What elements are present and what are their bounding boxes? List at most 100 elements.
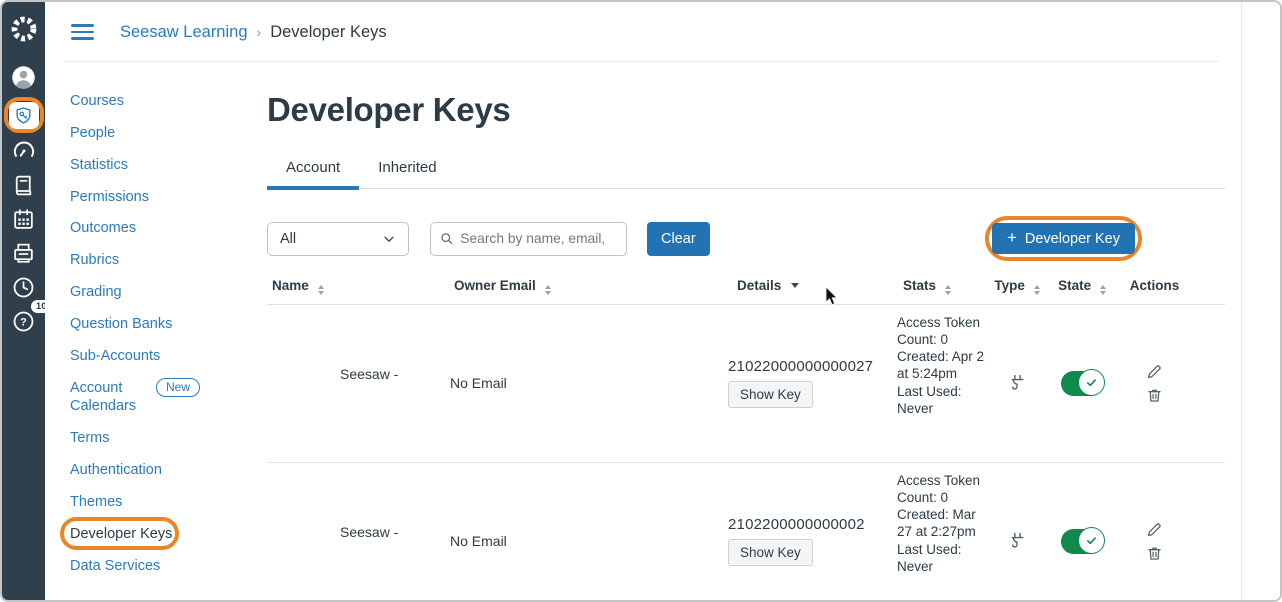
table-row: Seesaw - No Email 21022000000000027 Show… [267, 305, 1225, 463]
check-icon [1085, 534, 1098, 547]
sidebar-item-label: Account Calendars [70, 379, 144, 417]
key-id: 21022000000000027 [728, 358, 882, 375]
sidebar-item-label: Developer Keys [70, 526, 172, 542]
clock-icon [11, 275, 36, 300]
sidebar-item-developer-keys[interactable]: Developer Keys [70, 525, 267, 544]
state-filter-value: All [280, 231, 296, 247]
account-nav-item[interactable] [7, 63, 41, 91]
dashboard-nav-item[interactable] [7, 137, 41, 165]
plug-icon [1007, 373, 1028, 394]
state-toggle-on[interactable] [1061, 529, 1103, 554]
sidebar-item-grading[interactable]: Grading [70, 283, 267, 302]
sidebar-item-people[interactable]: People [70, 124, 267, 143]
key-stats: Access Token Count: 0 Created: Apr 2 at … [882, 305, 987, 462]
sort-icon [945, 285, 951, 295]
search-input[interactable] [460, 231, 617, 246]
column-header-state[interactable]: State [1047, 278, 1117, 295]
sidebar-item-terms[interactable]: Terms [70, 429, 267, 448]
dashboard-gauge-icon [11, 138, 37, 164]
sort-icon [545, 285, 551, 295]
show-key-button[interactable]: Show Key [728, 381, 813, 408]
developer-keys-panel: Developer Keys Account Inherited All [267, 62, 1225, 602]
stats-created: Created: Apr 2 at 5:24pm [897, 348, 987, 383]
column-header-type[interactable]: Type [987, 278, 1047, 295]
key-name: Seesaw - [267, 366, 442, 382]
key-name: Seesaw - [267, 524, 442, 540]
sidebar-item-statistics[interactable]: Statistics [70, 156, 267, 175]
page-title: Developer Keys [267, 91, 1225, 129]
global-nav: ? 10 [2, 2, 45, 600]
stats-last-used: Last Used: Never [897, 541, 987, 576]
breadcrumb-current: Developer Keys [270, 23, 386, 42]
state-toggle-on[interactable] [1061, 371, 1103, 396]
state-filter-select[interactable]: All [267, 222, 409, 256]
plus-icon: + [1007, 228, 1017, 248]
sort-icon [1100, 285, 1106, 295]
account-avatar-icon [10, 64, 37, 91]
sidebar-item-courses[interactable]: Courses [70, 92, 267, 111]
stats-access-token-count: Access Token Count: 0 [897, 314, 987, 349]
key-state [1047, 529, 1117, 554]
hamburger-menu-button[interactable] [71, 24, 94, 40]
column-header-stats[interactable]: Stats [882, 278, 987, 295]
key-actions [1117, 521, 1192, 562]
stats-last-used: Last Used: Never [897, 383, 987, 418]
page-header: Seesaw Learning › Developer Keys [45, 2, 1241, 62]
admin-nav-item[interactable] [9, 102, 39, 129]
tab-inherited[interactable]: Inherited [359, 150, 455, 188]
sidebar-item-themes[interactable]: Themes [70, 493, 267, 512]
delete-key-button[interactable] [1146, 387, 1163, 404]
sidebar-item-authentication[interactable]: Authentication [70, 461, 267, 480]
show-key-button[interactable]: Show Key [728, 539, 813, 566]
delete-key-button[interactable] [1146, 545, 1163, 562]
sidebar-item-rubrics[interactable]: Rubrics [70, 251, 267, 270]
new-badge: New [156, 378, 200, 398]
column-header-details[interactable]: Details [632, 278, 882, 295]
sidebar-item-account-calendars[interactable]: Account Calendars New [70, 379, 267, 417]
stats-created: Created: Mar 27 at 2:27pm [897, 506, 987, 541]
pencil-icon [1146, 521, 1163, 538]
content-area: Seesaw Learning › Developer Keys Courses… [45, 2, 1241, 600]
stats-access-token-count: Access Token Count: 0 [897, 472, 987, 507]
search-icon [440, 231, 453, 246]
column-header-owner-email[interactable]: Owner Email [442, 278, 632, 295]
inbox-nav-item[interactable] [7, 239, 41, 267]
clear-button[interactable]: Clear [647, 222, 710, 256]
sidebar-item-outcomes[interactable]: Outcomes [70, 219, 267, 238]
account-sidebar: Courses People Statistics Permissions Ou… [70, 62, 267, 602]
breadcrumb-account-link[interactable]: Seesaw Learning [120, 23, 248, 42]
inbox-icon [11, 241, 36, 266]
help-nav-item[interactable]: ? 10 [7, 307, 41, 335]
trash-icon [1146, 545, 1163, 562]
add-developer-key-button[interactable]: + Developer Key [992, 223, 1135, 254]
check-icon [1085, 376, 1098, 389]
pencil-icon [1146, 363, 1163, 380]
key-stats: Access Token Count: 0 Created: Mar 27 at… [882, 463, 987, 602]
history-nav-item[interactable] [7, 273, 41, 301]
calendar-nav-item[interactable] [7, 205, 41, 233]
search-box [430, 222, 627, 256]
add-developer-key-label: Developer Key [1025, 231, 1120, 247]
chevron-down-icon [382, 232, 396, 246]
tab-account[interactable]: Account [267, 150, 359, 190]
sort-icon [318, 285, 324, 295]
sidebar-item-question-banks[interactable]: Question Banks [70, 315, 267, 334]
toggle-knob [1078, 369, 1105, 396]
key-actions [1117, 363, 1192, 404]
edit-key-button[interactable] [1146, 521, 1163, 538]
canvas-logo-icon[interactable] [7, 15, 41, 43]
sidebar-item-data-services[interactable]: Data Services [70, 557, 267, 576]
scrollbar-gutter[interactable] [1241, 2, 1280, 600]
sidebar-item-sub-accounts[interactable]: Sub-Accounts [70, 347, 267, 366]
key-id: 2102200000000002 [728, 516, 882, 533]
column-header-name[interactable]: Name [267, 278, 442, 295]
breadcrumb-separator: › [257, 24, 262, 40]
key-state [1047, 371, 1117, 396]
sidebar-item-permissions[interactable]: Permissions [70, 188, 267, 207]
trash-icon [1146, 387, 1163, 404]
courses-nav-item[interactable] [7, 171, 41, 199]
owner-email: No Email [442, 375, 632, 391]
column-header-actions: Actions [1117, 278, 1192, 295]
key-type [987, 373, 1047, 394]
edit-key-button[interactable] [1146, 363, 1163, 380]
